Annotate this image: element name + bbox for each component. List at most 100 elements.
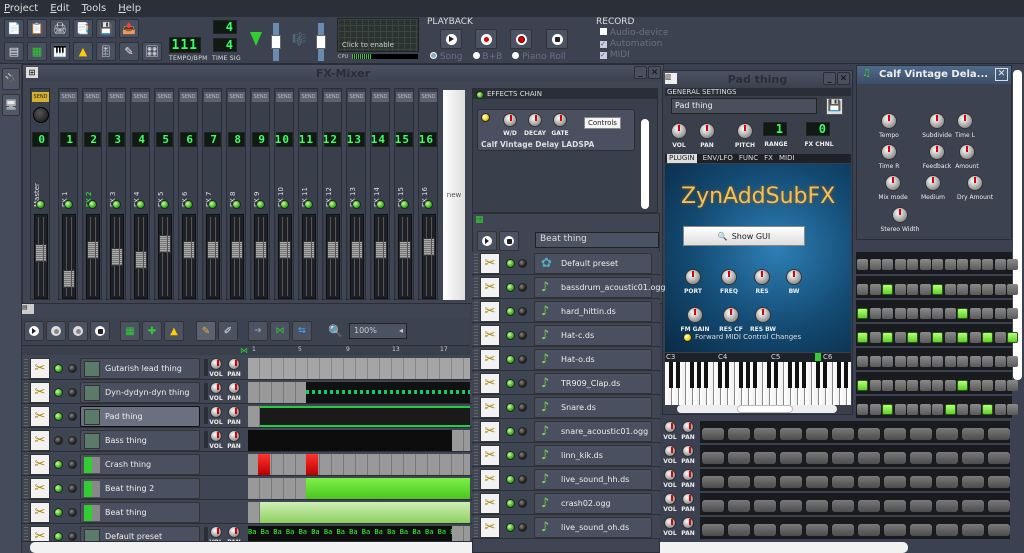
record-button[interactable] — [475, 29, 497, 49]
track-tools-icon[interactable]: ✂ — [30, 406, 50, 427]
step-button[interactable] — [962, 500, 984, 512]
vol-knob[interactable] — [210, 526, 222, 538]
zyn-res-bw-knob[interactable] — [755, 307, 771, 323]
step-button[interactable] — [982, 404, 993, 415]
track-name-button[interactable]: ♪ live_sound_hh.ds — [534, 469, 652, 490]
track-name-button[interactable]: ♪ snare_acoustic01.ogg — [534, 421, 652, 442]
step-button[interactable] — [754, 476, 776, 488]
step-button[interactable] — [969, 308, 981, 319]
step-button[interactable] — [858, 524, 880, 536]
effects-chain-enable-led[interactable] — [476, 91, 484, 99]
step-button[interactable] — [910, 476, 932, 488]
volume-fader-handle[interactable] — [183, 241, 195, 259]
vol-knob[interactable] — [671, 123, 687, 139]
step-button[interactable] — [932, 332, 943, 343]
volume-fader-handle[interactable] — [111, 248, 123, 266]
step-button[interactable] — [944, 380, 956, 391]
send-button[interactable]: SEND — [372, 92, 389, 102]
drag-handle[interactable] — [24, 359, 28, 378]
mute-led[interactable] — [64, 200, 73, 209]
mute-led[interactable] — [256, 200, 265, 209]
send-button[interactable]: SEND — [132, 92, 149, 102]
instrument-close-button[interactable]: ✕ — [837, 72, 850, 85]
timesig-numerator[interactable]: 4 — [213, 20, 237, 34]
drag-handle[interactable] — [474, 350, 478, 369]
calf-feedback-knob[interactable] — [929, 144, 945, 160]
mixer-channel-1[interactable]: SEND 1 FX 1 — [58, 88, 78, 300]
step-button[interactable] — [832, 476, 854, 488]
step-button[interactable] — [957, 284, 968, 295]
pan-knob[interactable] — [228, 406, 240, 418]
send-button[interactable]: SEND — [396, 92, 413, 102]
step-button[interactable] — [894, 380, 906, 391]
track-tools-icon[interactable]: ✂ — [480, 469, 500, 490]
calf-subdivide-knob[interactable] — [929, 113, 945, 129]
mute-led[interactable] — [54, 508, 63, 517]
mixer-channel-5[interactable]: SEND 5 FX 5 — [154, 88, 174, 300]
tab-fx[interactable]: FX — [764, 154, 773, 163]
volume-fader-handle[interactable] — [255, 241, 267, 259]
track-name-button[interactable]: Pad thing — [80, 406, 200, 427]
step-button[interactable] — [919, 284, 931, 295]
gate-knob[interactable] — [553, 113, 567, 127]
mute-led[interactable] — [400, 200, 409, 209]
volume-fader-track[interactable] — [158, 214, 172, 299]
pattern-block[interactable] — [248, 358, 470, 379]
step-button[interactable] — [806, 428, 828, 440]
bb-track-row[interactable]: ✂ ✿ Default preset — [472, 252, 660, 275]
step-button[interactable] — [832, 428, 854, 440]
step-button[interactable] — [728, 476, 750, 488]
volume-fader-track[interactable] — [62, 214, 76, 299]
send-button[interactable]: SEND — [276, 92, 293, 102]
black-key[interactable] — [746, 362, 750, 388]
track-tools-icon[interactable]: ✂ — [30, 454, 50, 475]
step-button[interactable] — [969, 404, 981, 415]
effect-enable-led[interactable] — [481, 113, 490, 122]
step-button[interactable] — [754, 524, 776, 536]
mute-led[interactable] — [506, 475, 515, 484]
mute-led[interactable] — [54, 388, 63, 397]
track-name-button[interactable]: Dyn-dydyn-dyn thing — [80, 382, 200, 403]
mute-led[interactable] — [54, 532, 63, 541]
step-button[interactable] — [919, 380, 931, 391]
bb-track-row[interactable]: ✂ ♪ crash02.ogg — [472, 492, 676, 515]
pitch-knob[interactable] — [737, 123, 753, 139]
step-button[interactable] — [994, 356, 1006, 367]
calf-mix-mode-knob[interactable] — [885, 175, 901, 191]
step-button[interactable] — [780, 500, 802, 512]
mute-led[interactable] — [184, 200, 193, 209]
mute-led[interactable] — [136, 200, 145, 209]
volume-fader-track[interactable] — [374, 214, 388, 299]
song-record-play-button[interactable] — [68, 321, 88, 341]
step-button[interactable] — [780, 476, 802, 488]
song-stop-button[interactable] — [90, 321, 110, 341]
song-record-button[interactable] — [46, 321, 66, 341]
step-button[interactable] — [969, 356, 981, 367]
mixer-channel-12[interactable]: SEND 12 FX 12 — [322, 88, 342, 300]
decay-knob[interactable] — [528, 113, 542, 127]
mixer-channel-4[interactable]: SEND 4 FX 4 — [130, 88, 150, 300]
mute-led[interactable] — [506, 451, 515, 460]
step-button[interactable] — [858, 500, 880, 512]
bb-pattern-select[interactable]: Beat thing — [535, 232, 659, 248]
step-button[interactable] — [988, 500, 1010, 512]
mute-led[interactable] — [352, 200, 361, 209]
vol-knob[interactable] — [210, 358, 222, 370]
tab-plugin[interactable]: PLUGIN — [667, 154, 697, 163]
step-button[interactable] — [969, 380, 981, 391]
record-while-playing-button[interactable] — [510, 29, 532, 49]
song-editor-icon[interactable]: ▤ — [4, 42, 24, 61]
mixer-channel-9[interactable]: SEND 9 FX 9 — [250, 88, 270, 300]
track-name-button[interactable]: ♪ live_sound_oh.ds — [534, 517, 652, 538]
step-button[interactable] — [919, 332, 931, 343]
step-button[interactable] — [728, 500, 750, 512]
step-button[interactable] — [957, 380, 968, 391]
step-button[interactable] — [944, 259, 956, 270]
calf-time-r-knob[interactable] — [881, 144, 897, 160]
export-icon[interactable]: 📤 — [119, 19, 139, 38]
effects-scrollbar[interactable] — [641, 119, 649, 209]
drag-handle[interactable] — [474, 278, 478, 297]
volume-fader-handle[interactable] — [159, 235, 171, 253]
step-button[interactable] — [882, 308, 893, 319]
step-button[interactable] — [1007, 259, 1018, 270]
